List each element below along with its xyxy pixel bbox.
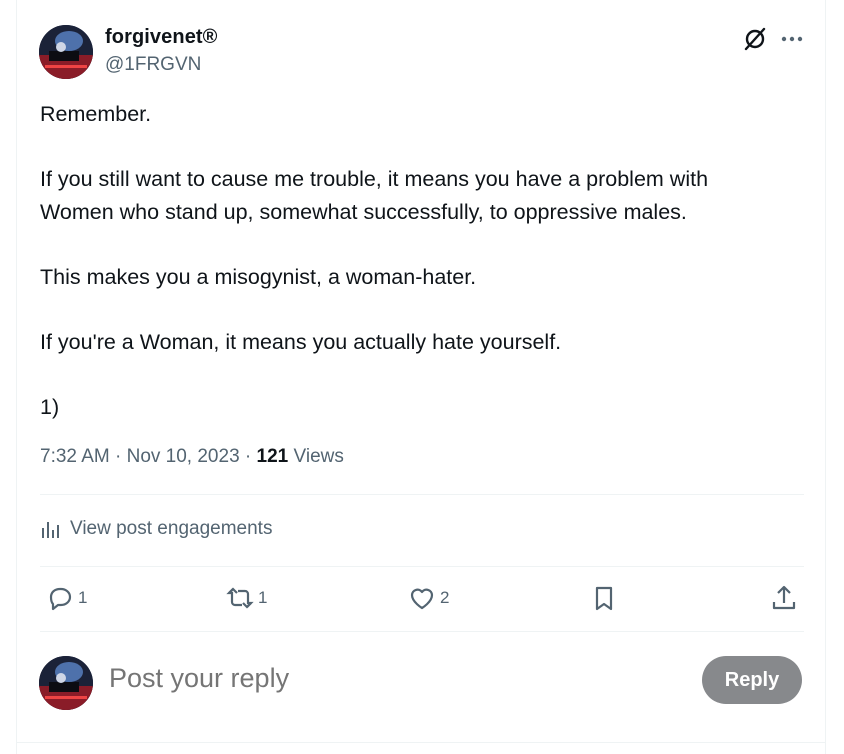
views-label: Views: [288, 446, 344, 467]
post-paragraph: If you're a Woman, it means you actually…: [40, 329, 562, 354]
divider: [40, 494, 804, 495]
post-date[interactable]: Nov 10, 2023: [127, 446, 240, 467]
view-engagements-link[interactable]: View post engagements: [40, 518, 272, 540]
more-icon[interactable]: [780, 29, 804, 49]
views-count: 121: [256, 446, 289, 467]
current-user-avatar[interactable]: [39, 656, 93, 710]
repost-action[interactable]: 1: [226, 584, 267, 612]
like-count: 2: [440, 588, 450, 607]
post-meta: 7:32 AM · Nov 10, 2023 · 121 Views: [40, 446, 344, 468]
author-name[interactable]: forgivenet®: [105, 26, 218, 49]
share-icon: [772, 585, 796, 610]
author-handle[interactable]: @1FRGVN: [105, 54, 201, 76]
reply-input[interactable]: [107, 662, 671, 695]
bar-chart-icon: [42, 522, 59, 538]
reply-icon: [49, 587, 72, 611]
post-text: Remember. If you still want to cause me …: [40, 98, 810, 456]
post-paragraph: This makes you a misogynist, a woman-hat…: [40, 264, 477, 289]
reply-action[interactable]: 1: [46, 584, 87, 612]
meta-separator: ·: [239, 446, 257, 467]
post-paragraph: If you still want to cause me trouble, i…: [40, 167, 709, 224]
divider: [40, 631, 804, 632]
bottom-border: [16, 742, 826, 743]
post-paragraph: 1): [40, 394, 60, 419]
post-paragraph: Remember.: [40, 102, 152, 126]
repost-icon: [226, 587, 254, 609]
share-action[interactable]: [770, 584, 798, 612]
engagements-label: View post engagements: [70, 518, 273, 539]
like-action[interactable]: 2: [408, 584, 449, 612]
bookmark-icon: [595, 586, 613, 611]
repost-count: 1: [258, 588, 268, 607]
reply-button[interactable]: Reply: [702, 656, 802, 704]
divider: [40, 566, 804, 567]
reply-count: 1: [78, 588, 88, 607]
grok-icon[interactable]: [742, 26, 768, 52]
meta-separator: ·: [109, 446, 127, 467]
like-icon: [410, 588, 434, 610]
bookmark-action[interactable]: [590, 584, 618, 612]
author-avatar[interactable]: [39, 25, 93, 79]
post-time[interactable]: 7:32 AM: [40, 446, 110, 467]
